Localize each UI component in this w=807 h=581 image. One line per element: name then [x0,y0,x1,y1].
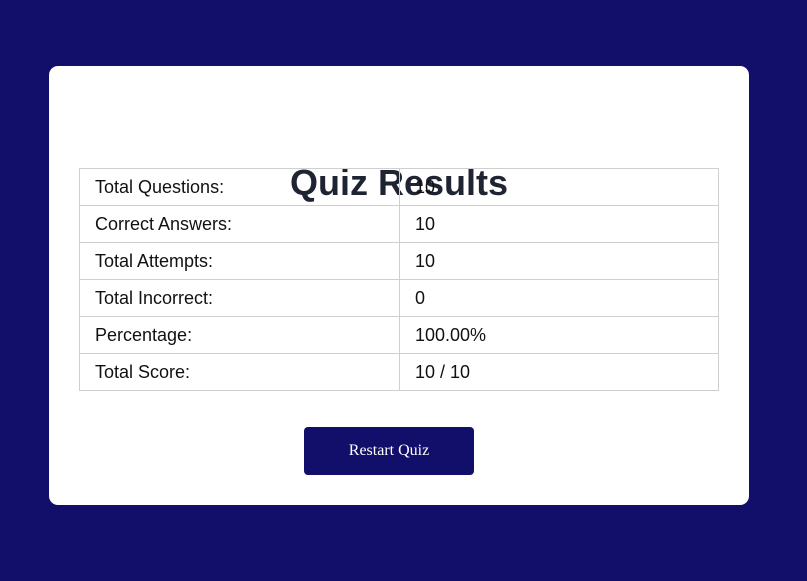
table-row-total-attempts: Total Attempts: 10 [79,242,719,280]
results-table: Total Questions: 10 Correct Answers: 10 … [79,168,719,391]
row-value: 10 / 10 [399,353,719,391]
row-label: Total Score: [79,353,400,391]
row-value: 100.00% [399,316,719,354]
row-label: Total Incorrect: [79,279,400,317]
row-label: Correct Answers: [79,205,400,243]
table-row-percentage: Percentage: 100.00% [79,316,719,354]
table-row-total-questions: Total Questions: 10 [79,168,719,206]
table-row-total-incorrect: Total Incorrect: 0 [79,279,719,317]
row-value: 10 [399,242,719,280]
row-value: 10 [399,205,719,243]
table-row-correct-answers: Correct Answers: 10 [79,205,719,243]
restart-quiz-button[interactable]: Restart Quiz [304,427,474,475]
row-label: Percentage: [79,316,400,354]
row-value: 0 [399,279,719,317]
table-row-total-score: Total Score: 10 / 10 [79,353,719,391]
row-label: Total Attempts: [79,242,400,280]
row-value: 10 [399,168,719,206]
row-label: Total Questions: [79,168,400,206]
